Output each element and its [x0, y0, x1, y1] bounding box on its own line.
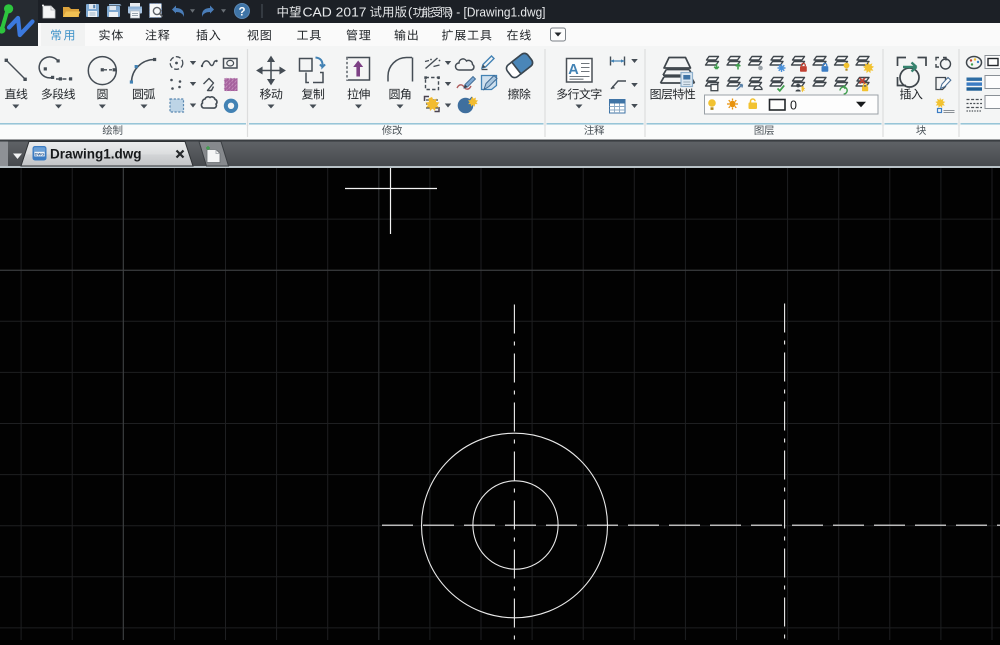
svg-text:Drawing1.dwg: Drawing1.dwg [50, 147, 142, 162]
svg-text:DWG: DWG [35, 152, 45, 157]
svg-text:0: 0 [790, 99, 797, 113]
svg-text:A: A [568, 62, 579, 78]
svg-text:CAD 2017: CAD 2017 [303, 5, 367, 20]
svg-text:?: ? [238, 7, 245, 19]
svg-text:) - [Drawing1.dwg]: ) - [Drawing1.dwg] [449, 5, 546, 20]
